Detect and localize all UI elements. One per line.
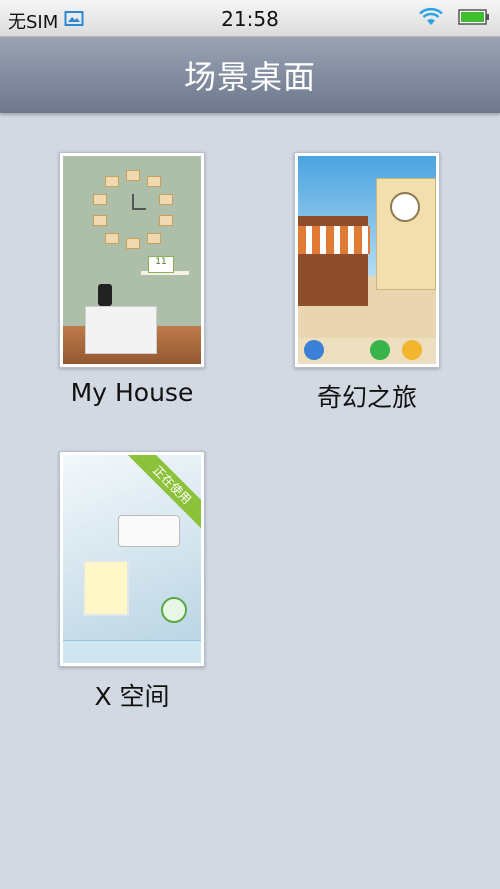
- scene-tile-fantasy-journey[interactable]: 奇幻之旅: [267, 152, 467, 414]
- wall-clock-icon: [93, 170, 173, 249]
- battery-icon: [458, 8, 490, 31]
- wifi-icon: [418, 7, 444, 32]
- x-space-preview-image: 正在使用: [63, 455, 201, 663]
- scene-label: 奇幻之旅: [316, 383, 417, 412]
- header: 场景桌面: [0, 37, 500, 113]
- menu-icon: [304, 340, 324, 360]
- message-icon: [402, 340, 422, 360]
- calendar-day: 11: [155, 257, 167, 267]
- lamp-icon: [98, 284, 112, 306]
- scene-thumbnail[interactable]: 正在使用: [59, 451, 205, 667]
- phone-icon: [370, 340, 390, 360]
- fantasy-journey-preview-image: [298, 156, 436, 364]
- my-house-preview-image: 11: [63, 156, 201, 364]
- calendar-widget: 11: [148, 256, 174, 273]
- status-bar: 无SIM 21:58: [0, 0, 500, 37]
- music-card: [83, 560, 129, 616]
- scene-thumbnail[interactable]: [294, 152, 440, 368]
- scene-label: X 空间: [94, 682, 170, 711]
- clock-tower-icon: [390, 192, 420, 222]
- piano-icon: [118, 515, 180, 547]
- scene-thumbnail[interactable]: 11: [59, 152, 205, 368]
- play-icon: [161, 597, 187, 623]
- scene-tile-my-house[interactable]: 11 My House: [32, 152, 232, 407]
- scene-label: My House: [70, 378, 194, 407]
- scene-tile-x-space[interactable]: 正在使用 X 空间: [32, 451, 232, 713]
- page-title: 场景桌面: [183, 58, 316, 96]
- status-right: [418, 7, 490, 32]
